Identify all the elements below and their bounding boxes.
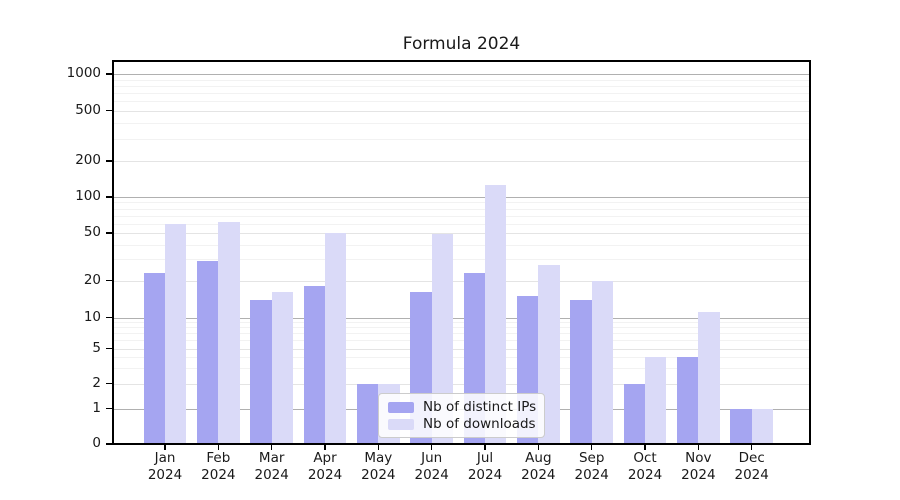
y-tick-mark — [106, 232, 112, 234]
bar-downloads-dec — [752, 409, 773, 446]
y-tick-mark — [106, 110, 112, 112]
y-axis-line — [112, 60, 114, 445]
y-tick-label: 50 — [51, 224, 101, 240]
gridline — [114, 80, 809, 81]
y-tick-label: 500 — [51, 102, 101, 118]
bar-downloads-apr — [325, 233, 346, 445]
bar-distinct-ips-may — [357, 384, 378, 446]
y-tick-mark — [106, 348, 112, 350]
gridline — [114, 101, 809, 102]
gridline — [114, 139, 809, 140]
gridline — [114, 123, 809, 124]
bar-distinct-ips-nov — [677, 357, 698, 445]
y-tick-mark — [106, 196, 112, 198]
y-tick-mark — [106, 443, 112, 445]
bar-downloads-mar — [272, 292, 293, 445]
y-tick-mark — [106, 73, 112, 75]
y-tick-label: 1000 — [51, 65, 101, 81]
gridline — [114, 86, 809, 87]
y-tick-label: 5 — [51, 340, 101, 356]
bar-downloads-nov — [698, 312, 719, 445]
plot-top-border — [112, 60, 811, 62]
legend-item-distinct-ips: Nb of distinct IPs — [388, 399, 535, 415]
gridline — [114, 111, 809, 112]
bar-distinct-ips-sep — [570, 300, 591, 445]
legend-label-downloads: Nb of downloads — [423, 416, 536, 432]
bar-distinct-ips-dec — [730, 409, 751, 446]
bar-distinct-ips-feb — [197, 261, 218, 445]
gridline — [114, 209, 809, 210]
bar-distinct-ips-oct — [624, 384, 645, 446]
bar-downloads-sep — [592, 281, 613, 446]
chart-canvas: Formula 2024 01251020501002005001000Jan … — [0, 0, 900, 500]
y-tick-label: 2 — [51, 375, 101, 391]
legend: Nb of distinct IPs Nb of downloads — [378, 393, 545, 438]
chart-title: Formula 2024 — [113, 34, 810, 54]
y-tick-mark — [106, 317, 112, 319]
y-tick-mark — [106, 160, 112, 162]
legend-swatch-distinct-ips-icon — [388, 402, 414, 413]
y-tick-label: 20 — [51, 272, 101, 288]
gridline — [114, 74, 809, 75]
gridline — [114, 93, 809, 94]
plot-right-border — [809, 60, 811, 445]
gridline — [114, 202, 809, 203]
bar-distinct-ips-apr — [304, 286, 325, 445]
bar-distinct-ips-mar — [250, 300, 271, 445]
y-tick-mark — [106, 408, 112, 410]
y-tick-label: 200 — [51, 152, 101, 168]
y-tick-mark — [106, 280, 112, 282]
gridline — [114, 161, 809, 162]
legend-label-distinct-ips: Nb of distinct IPs — [423, 399, 536, 415]
gridline — [114, 216, 809, 217]
bar-downloads-feb — [218, 222, 239, 445]
x-tick-label: Dec 2024 — [720, 450, 784, 484]
legend-swatch-downloads-icon — [388, 419, 414, 430]
y-tick-label: 10 — [51, 309, 101, 325]
y-tick-mark — [106, 383, 112, 385]
gridline — [114, 197, 809, 198]
y-tick-label: 0 — [51, 435, 101, 451]
legend-item-downloads: Nb of downloads — [388, 416, 535, 432]
bar-downloads-jan — [165, 224, 186, 445]
bar-distinct-ips-jan — [144, 273, 165, 445]
bar-downloads-oct — [645, 357, 666, 445]
y-tick-label: 100 — [51, 188, 101, 204]
y-tick-label: 1 — [51, 400, 101, 416]
